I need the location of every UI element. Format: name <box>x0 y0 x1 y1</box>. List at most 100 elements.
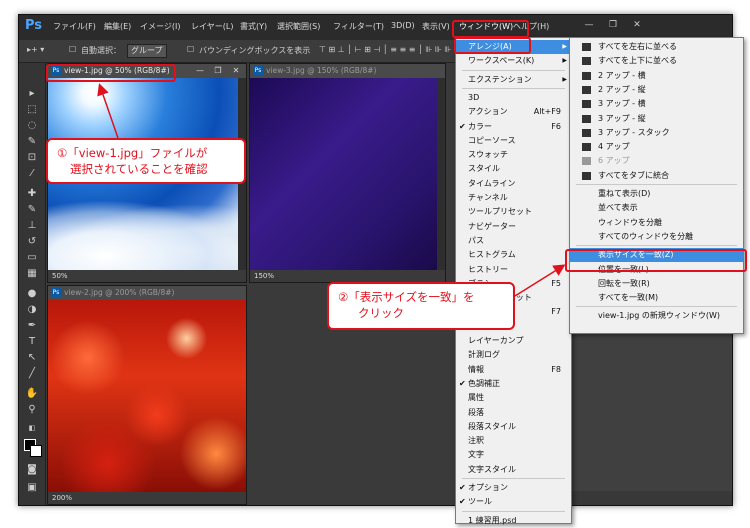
minimize-icon[interactable]: — <box>194 65 206 77</box>
window-menu-item[interactable]: 情報 F8 <box>456 363 571 377</box>
arrange-submenu-item[interactable]: 回転を一致(R) <box>570 277 743 291</box>
screen-mode-icon[interactable]: ▣ <box>24 481 40 495</box>
arrange-submenu-item[interactable]: 3 アップ - スタック <box>570 126 743 140</box>
auto-select-dropdown[interactable]: グループ <box>127 44 167 58</box>
eraser-tool-icon[interactable]: ▭ <box>24 251 40 265</box>
window-menu-item[interactable]: 3D <box>456 91 571 105</box>
window-menu-item[interactable]: 計測ログ <box>456 348 571 362</box>
arrange-submenu-item[interactable]: すべてをタブに統合 <box>570 169 743 183</box>
menu-view[interactable]: 表示(V) <box>422 21 450 32</box>
close-icon[interactable]: ✕ <box>230 65 242 77</box>
marquee-tool-icon[interactable]: ⬚ <box>24 103 40 117</box>
window-menu-item[interactable]: 属性 <box>456 391 571 405</box>
window-menu-item[interactable]: 文字スタイル <box>456 463 571 477</box>
window-menu-item[interactable]: スタイル <box>456 162 571 176</box>
window-menu-item[interactable]: パス <box>456 234 571 248</box>
zoom-level[interactable]: 150% <box>254 272 274 280</box>
arrange-submenu-item[interactable]: view-1.jpg の新規ウィンドウ(W) <box>570 309 743 323</box>
minimize-icon[interactable]: — <box>579 18 599 32</box>
crop-tool-icon[interactable]: ⊡ <box>24 151 40 165</box>
window-menu-item[interactable]: アクション Alt+F9 <box>456 105 571 119</box>
menu-image[interactable]: イメージ(I) <box>140 21 180 32</box>
window-menu-item[interactable]: 文字 <box>456 448 571 462</box>
window-menu-item-label: 情報 <box>468 364 484 374</box>
default-colors-icon[interactable]: ◧ <box>24 421 40 435</box>
healing-tool-icon[interactable]: ✚ <box>24 187 40 201</box>
arrange-submenu-item[interactable]: すべてを上下に並べる <box>570 54 743 68</box>
path-select-icon[interactable]: ↖ <box>24 351 40 365</box>
brush-tool-icon[interactable]: ✎ <box>24 203 40 217</box>
window-menu-item[interactable]: タイムライン <box>456 177 571 191</box>
menu-file[interactable]: ファイル(F) <box>53 21 96 32</box>
window-menu-item[interactable]: ✔ 色調補正 <box>456 377 571 391</box>
arrange-submenu-item[interactable]: ウィンドウを分離 <box>570 216 743 230</box>
window-menu-item[interactable]: コピーソース <box>456 134 571 148</box>
move-tool-icon[interactable]: ▸ <box>24 87 40 101</box>
window-menu-item[interactable]: 注釈 <box>456 434 571 448</box>
document-tab-view2[interactable]: Ps view-2.jpg @ 200% (RGB/8#) <box>48 286 246 300</box>
quick-mask-icon[interactable]: ◙ <box>24 463 40 477</box>
window-menu-item[interactable]: エクステンション ▶ <box>456 73 571 87</box>
arrange-submenu-item[interactable]: すべてのウィンドウを分離 <box>570 230 743 244</box>
maximize-icon[interactable]: ❐ <box>603 18 623 32</box>
menu-type[interactable]: 書式(Y) <box>240 21 267 32</box>
menu-select[interactable]: 選択範囲(S) <box>277 21 320 32</box>
zoom-tool-icon[interactable]: ⚲ <box>24 403 40 417</box>
arrange-submenu-item[interactable]: すべてを左右に並べる <box>570 40 743 54</box>
vertical-scrollbar[interactable] <box>437 78 445 270</box>
menu-3d[interactable]: 3D(D) <box>391 21 415 30</box>
arrange-submenu-item[interactable]: 2 アップ - 縦 <box>570 83 743 97</box>
arrange-submenu-item[interactable]: 6 アップ <box>570 154 743 168</box>
menu-layer[interactable]: レイヤー(L) <box>191 21 233 32</box>
arrange-submenu-item[interactable]: 3 アップ - 縦 <box>570 112 743 126</box>
background-color-swatch[interactable] <box>30 445 42 457</box>
window-menu-item-label: カラー <box>468 121 492 131</box>
pen-tool-icon[interactable]: ✒ <box>24 319 40 333</box>
window-menu-item[interactable]: レイヤーカンプ <box>456 334 571 348</box>
window-menu-item[interactable]: ツールプリセット <box>456 205 571 219</box>
zoom-level[interactable]: 50% <box>52 272 68 280</box>
bounding-box-checkbox[interactable]: ☐ <box>187 45 194 54</box>
document-window-view3[interactable]: Ps view-3.jpg @ 150% (RGB/8#) 150% <box>249 63 446 283</box>
history-brush-icon[interactable]: ↺ <box>24 235 40 249</box>
stamp-tool-icon[interactable]: ⊥ <box>24 219 40 233</box>
window-menu-item[interactable]: ✔ オプション <box>456 481 571 495</box>
menu-edit[interactable]: 編集(E) <box>104 21 131 32</box>
arrange-submenu-item[interactable]: 3 アップ - 横 <box>570 97 743 111</box>
arrange-submenu-item[interactable]: すべてを一致(M) <box>570 291 743 305</box>
auto-select-checkbox[interactable]: ☐ <box>69 45 76 54</box>
arrange-submenu-item[interactable]: 2 アップ - 横 <box>570 69 743 83</box>
arrange-submenu-item[interactable]: 4 アップ <box>570 140 743 154</box>
quick-select-tool-icon[interactable]: ✎ <box>24 135 40 149</box>
window-menu-item[interactable]: 1 練習用.psd <box>456 514 571 528</box>
menu-filter[interactable]: フィルター(T) <box>333 21 384 32</box>
dodge-tool-icon[interactable]: ◑ <box>24 303 40 317</box>
window-menu-item[interactable]: ✔ ツール <box>456 495 571 509</box>
move-tool-icon[interactable]: ▸+ ▾ <box>27 45 44 54</box>
maximize-icon[interactable]: ❐ <box>212 65 224 77</box>
type-tool-icon[interactable]: T <box>24 335 40 349</box>
window-menu-item[interactable]: ナビゲーター <box>456 220 571 234</box>
window-menu-item[interactable]: スウォッチ <box>456 148 571 162</box>
eyedropper-tool-icon[interactable]: ⁄ <box>24 167 40 181</box>
window-menu-item[interactable]: チャンネル <box>456 191 571 205</box>
zoom-level[interactable]: 200% <box>52 494 72 502</box>
blur-tool-icon[interactable]: ● <box>24 287 40 301</box>
arrange-submenu-item[interactable]: 重ねて表示(D) <box>570 187 743 201</box>
window-menu-item[interactable]: 段落スタイル <box>456 420 571 434</box>
window-menu-item[interactable]: 段落 <box>456 406 571 420</box>
document-tab-view3[interactable]: Ps view-3.jpg @ 150% (RGB/8#) <box>250 64 445 78</box>
align-icons[interactable]: ⊤ ⊞ ⊥ │ ⊢ ⊞ ⊣ │ ≡ ≡ ≡ │ ⊪ ⊪ ⊪ <box>319 45 451 54</box>
window-menu-item-label: 文字 <box>468 450 484 460</box>
window-menu-item[interactable]: ヒストグラム <box>456 248 571 262</box>
hand-tool-icon[interactable]: ✋ <box>24 387 40 401</box>
gradient-tool-icon[interactable]: ▦ <box>24 267 40 281</box>
window-menu-item[interactable]: ワークスペース(K) ▶ <box>456 54 571 68</box>
arrange-submenu-item[interactable]: 並べて表示 <box>570 201 743 215</box>
lasso-tool-icon[interactable]: ◌ <box>24 119 40 133</box>
window-menu-item[interactable]: ✔ カラー F6 <box>456 120 571 134</box>
line-tool-icon[interactable]: ╱ <box>24 367 40 381</box>
document-window-view2[interactable]: Ps view-2.jpg @ 200% (RGB/8#) 200% <box>47 285 247 505</box>
window-menu-item[interactable]: ヒストリー <box>456 263 571 277</box>
close-icon[interactable]: ✕ <box>627 18 647 32</box>
